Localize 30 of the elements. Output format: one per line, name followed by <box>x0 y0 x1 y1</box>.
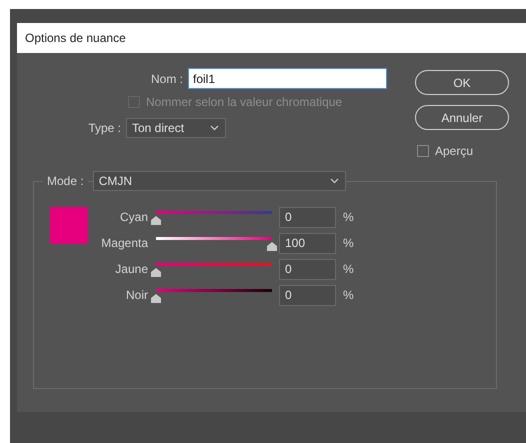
slider-thumb[interactable] <box>151 294 161 303</box>
dialog-button[interactable]: Annuler <box>415 105 509 130</box>
channel-label: Cyan <box>118 210 148 224</box>
value-field[interactable]: 0 <box>279 258 336 280</box>
channel-label: Noir <box>124 288 148 302</box>
channel-label: Jaune <box>114 262 148 276</box>
slider-thumb[interactable] <box>151 268 161 277</box>
percent-unit: % <box>343 288 354 302</box>
slider-thumb[interactable] <box>267 242 277 251</box>
mode-label: Mode : <box>43 174 88 188</box>
type-dropdown[interactable]: Ton direct <box>126 118 226 138</box>
chevron-icon <box>210 125 219 131</box>
window-title: Options de nuance <box>25 31 126 45</box>
type-label: Type : <box>87 121 121 135</box>
chevron-icon <box>330 178 339 184</box>
checkbox-label: Aperçu <box>435 144 474 158</box>
channel-label: Magenta <box>100 236 148 250</box>
name-field[interactable]: foil1 <box>188 68 387 89</box>
checkbox[interactable] <box>417 145 429 157</box>
percent-unit: % <box>343 262 354 276</box>
value-field[interactable]: 0 <box>279 284 336 306</box>
percent-unit: % <box>343 210 354 224</box>
value-field[interactable]: 0 <box>279 206 336 228</box>
name-label: Nom : <box>150 72 183 86</box>
slider-thumb[interactable] <box>151 216 161 225</box>
percent-unit: % <box>343 236 354 250</box>
checkbox-label: Nommer selon la valeur chromatique <box>146 95 342 109</box>
value-field[interactable]: 100 <box>279 232 336 254</box>
dialog-button[interactable]: OK <box>415 70 509 95</box>
mode-dropdown[interactable]: CMJN <box>92 171 346 191</box>
